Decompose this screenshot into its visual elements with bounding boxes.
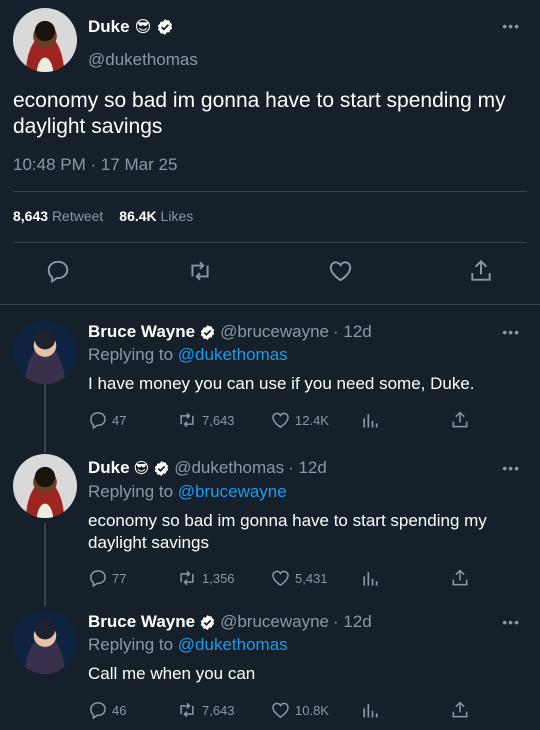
share-icon[interactable] bbox=[450, 700, 470, 720]
reply-icon bbox=[90, 570, 106, 588]
retweet-count: 1,356 bbox=[202, 570, 235, 586]
like-count: 12.4K bbox=[295, 412, 329, 428]
retweet-icon bbox=[180, 702, 194, 718]
retweet-stat[interactable]: 8,643 Retweet bbox=[13, 208, 103, 224]
more-icon[interactable]: ••• bbox=[502, 324, 520, 340]
analytics-icon[interactable] bbox=[360, 568, 380, 588]
retweet-count: 7,643 bbox=[202, 702, 235, 718]
reply-count: 77 bbox=[112, 570, 127, 586]
heart-icon bbox=[272, 702, 289, 718]
retweet-count: 8,643 bbox=[13, 208, 49, 224]
avatar[interactable] bbox=[13, 320, 77, 384]
replying-label: Replying to bbox=[88, 482, 174, 501]
display-name[interactable]: Duke bbox=[88, 458, 130, 478]
tweet-stats: 8,643 Retweet 86.4K Likes bbox=[13, 208, 193, 224]
heart-icon bbox=[272, 412, 289, 428]
verified-badge-icon bbox=[156, 18, 174, 36]
verified-badge-icon bbox=[199, 614, 216, 631]
verified-badge-icon bbox=[199, 324, 216, 341]
retweet-action[interactable]: 7,643 bbox=[176, 700, 235, 720]
tweet-text: economy so bad im gonna have to start sp… bbox=[13, 89, 506, 138]
reply-icon[interactable] bbox=[45, 258, 73, 286]
author-handle[interactable]: @brucewayne bbox=[220, 322, 329, 342]
author-name[interactable]: Duke 😎 bbox=[88, 17, 174, 37]
replying-to: Replying to @dukethomas bbox=[88, 345, 288, 365]
tweet-timestamp[interactable]: 10:48 PM · 17 Mar 25 bbox=[13, 155, 177, 175]
section-divider bbox=[0, 304, 540, 305]
retweet-icon bbox=[180, 412, 194, 428]
reply-time[interactable]: · 12d bbox=[333, 612, 372, 632]
analytics-icon[interactable] bbox=[360, 410, 380, 430]
replying-to-link[interactable]: @dukethomas bbox=[178, 345, 288, 364]
reply-tweet[interactable]: Bruce Wayne @brucewayne · 12d ••• Replyi… bbox=[0, 604, 540, 730]
divider bbox=[13, 242, 527, 243]
like-count: 5,431 bbox=[295, 570, 328, 586]
retweet-action[interactable]: 1,356 bbox=[176, 568, 235, 588]
avatar[interactable] bbox=[13, 8, 77, 72]
like-count: 10.8K bbox=[295, 702, 329, 718]
likes-stat[interactable]: 86.4K Likes bbox=[119, 208, 193, 224]
likes-label: Likes bbox=[160, 208, 194, 224]
reply-action[interactable]: 77 bbox=[88, 568, 126, 588]
reply-time[interactable]: · 12d bbox=[288, 458, 327, 478]
author-handle[interactable]: @dukethomas bbox=[174, 458, 284, 478]
like-action[interactable]: 12.4K bbox=[270, 410, 329, 430]
heart-icon bbox=[272, 570, 289, 586]
analytics-icon[interactable] bbox=[360, 700, 380, 720]
retweet-action[interactable]: 7,643 bbox=[176, 410, 235, 430]
reply-action[interactable]: 46 bbox=[88, 700, 126, 720]
more-icon[interactable]: ••• bbox=[502, 614, 520, 630]
reply-count: 47 bbox=[112, 412, 127, 428]
avatar[interactable] bbox=[13, 610, 77, 674]
reply-text: Call me when you can bbox=[88, 664, 256, 683]
reply-tweet[interactable]: Duke 😎 @dukethomas · 12d ••• Replying to… bbox=[0, 450, 540, 595]
replying-label: Replying to bbox=[88, 635, 174, 654]
main-tweet: Duke 😎 @dukethomas ••• economy so bad im… bbox=[0, 0, 540, 305]
display-name[interactable]: Duke bbox=[88, 17, 130, 37]
reply-tweet[interactable]: Bruce Wayne @brucewayne · 12d ••• Replyi… bbox=[0, 316, 540, 446]
retweet-icon[interactable] bbox=[186, 258, 214, 286]
author-handle[interactable]: @dukethomas bbox=[88, 50, 198, 70]
reply-header: Bruce Wayne @brucewayne · 12d bbox=[88, 612, 372, 632]
replying-label: Replying to bbox=[88, 345, 174, 364]
avatar[interactable] bbox=[13, 454, 77, 518]
reply-header: Duke 😎 @dukethomas · 12d bbox=[88, 458, 327, 478]
replying-to: Replying to @dukethomas bbox=[88, 635, 288, 655]
like-action[interactable]: 10.8K bbox=[270, 700, 329, 720]
replying-to: Replying to @brucewayne bbox=[88, 482, 287, 502]
retweet-count: 7,643 bbox=[202, 412, 235, 428]
share-icon[interactable] bbox=[450, 410, 470, 430]
retweet-icon bbox=[180, 570, 194, 586]
display-name[interactable]: Bruce Wayne bbox=[88, 322, 195, 342]
more-icon[interactable]: ••• bbox=[502, 18, 520, 34]
retweet-label: Retweet bbox=[51, 208, 104, 224]
reply-text: economy so bad im gonna have to start sp… bbox=[88, 511, 487, 552]
reply-count: 46 bbox=[112, 702, 127, 718]
share-icon[interactable] bbox=[450, 568, 470, 588]
reply-icon bbox=[90, 702, 106, 720]
author-handle[interactable]: @brucewayne bbox=[220, 612, 329, 632]
share-icon[interactable] bbox=[468, 258, 496, 286]
heart-icon[interactable] bbox=[327, 258, 355, 286]
display-name[interactable]: Bruce Wayne bbox=[88, 612, 195, 632]
replying-to-link[interactable]: @dukethomas bbox=[178, 635, 288, 654]
like-action[interactable]: 5,431 bbox=[270, 568, 328, 588]
likes-count: 86.4K bbox=[119, 208, 157, 224]
verified-badge-icon bbox=[153, 460, 170, 477]
reply-icon bbox=[90, 412, 106, 430]
reply-time[interactable]: · 12d bbox=[333, 322, 372, 342]
reply-header: Bruce Wayne @brucewayne · 12d bbox=[88, 322, 372, 342]
divider bbox=[13, 191, 527, 192]
reply-action[interactable]: 47 bbox=[88, 410, 126, 430]
reply-text: I have money you can use if you need som… bbox=[88, 374, 475, 393]
more-icon[interactable]: ••• bbox=[502, 460, 520, 476]
emoji: 😎 bbox=[134, 19, 152, 36]
emoji: 😎 bbox=[133, 460, 150, 477]
replying-to-link[interactable]: @brucewayne bbox=[178, 482, 287, 501]
